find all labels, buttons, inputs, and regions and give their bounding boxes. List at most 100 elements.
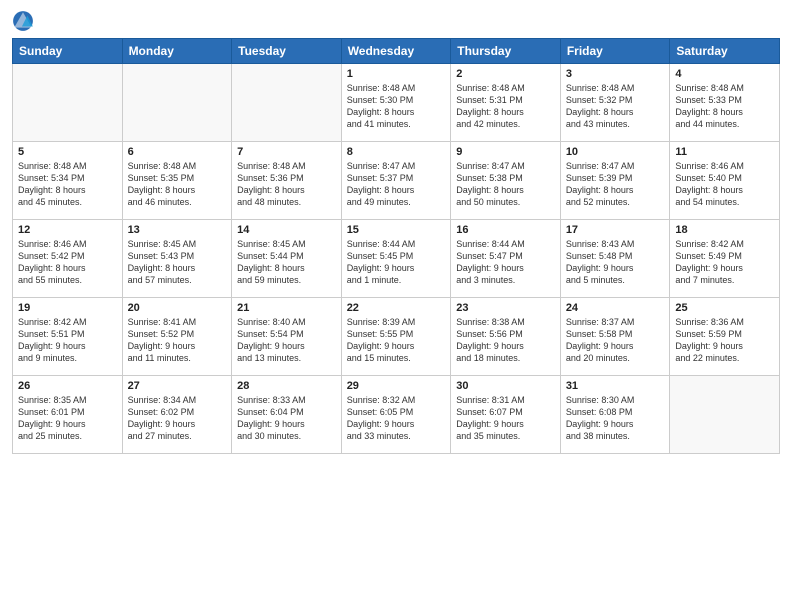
day-info: Sunrise: 8:35 AM Sunset: 6:01 PM Dayligh… [18, 394, 117, 443]
calendar-cell: 11 Sunrise: 8:46 AM Sunset: 5:40 PM Dayli… [670, 142, 780, 220]
day-info: Sunrise: 8:46 AM Sunset: 5:40 PM Dayligh… [675, 160, 774, 209]
day-info: Sunrise: 8:42 AM Sunset: 5:49 PM Dayligh… [675, 238, 774, 287]
calendar-cell: 21 Sunrise: 8:40 AM Sunset: 5:54 PM Dayli… [232, 298, 342, 376]
day-info: Sunrise: 8:48 AM Sunset: 5:33 PM Dayligh… [675, 82, 774, 131]
day-number: 9 [456, 146, 555, 158]
page-container: SundayMondayTuesdayWednesdayThursdayFrid… [0, 0, 792, 464]
calendar-cell: 23 Sunrise: 8:38 AM Sunset: 5:56 PM Dayli… [451, 298, 561, 376]
day-number: 27 [128, 380, 227, 392]
header [12, 10, 780, 32]
calendar-cell: 13 Sunrise: 8:45 AM Sunset: 5:43 PM Dayli… [122, 220, 232, 298]
day-number: 17 [566, 224, 665, 236]
calendar-cell: 15 Sunrise: 8:44 AM Sunset: 5:45 PM Dayli… [341, 220, 451, 298]
day-number: 26 [18, 380, 117, 392]
calendar-cell: 31Sunrise: 8:30 AM Sunset: 6:08 PM Dayli… [560, 376, 670, 454]
day-number: 2 [456, 68, 555, 80]
day-info: Sunrise: 8:43 AM Sunset: 5:48 PM Dayligh… [566, 238, 665, 287]
weekday-header-friday: Friday [560, 39, 670, 64]
weekday-header-wednesday: Wednesday [341, 39, 451, 64]
day-number: 11 [675, 146, 774, 158]
day-number: 8 [347, 146, 446, 158]
day-number: 7 [237, 146, 336, 158]
week-row-1: 1 Sunrise: 8:48 AM Sunset: 5:30 PM Daylig… [13, 64, 780, 142]
calendar-cell [13, 64, 123, 142]
week-row-2: 5 Sunrise: 8:48 AM Sunset: 5:34 PM Daylig… [13, 142, 780, 220]
weekday-header-row: SundayMondayTuesdayWednesdayThursdayFrid… [13, 39, 780, 64]
weekday-header-saturday: Saturday [670, 39, 780, 64]
day-info: Sunrise: 8:44 AM Sunset: 5:47 PM Dayligh… [456, 238, 555, 287]
day-number: 19 [18, 302, 117, 314]
calendar-cell: 19 Sunrise: 8:42 AM Sunset: 5:51 PM Dayli… [13, 298, 123, 376]
logo [12, 10, 38, 32]
calendar-cell: 25Sunrise: 8:36 AM Sunset: 5:59 PM Dayli… [670, 298, 780, 376]
calendar-cell: 1 Sunrise: 8:48 AM Sunset: 5:30 PM Daylig… [341, 64, 451, 142]
day-info: Sunrise: 8:39 AM Sunset: 5:55 PM Dayligh… [347, 316, 446, 365]
weekday-header-tuesday: Tuesday [232, 39, 342, 64]
calendar-cell: 10Sunrise: 8:47 AM Sunset: 5:39 PM Dayli… [560, 142, 670, 220]
calendar-cell: 12Sunrise: 8:46 AM Sunset: 5:42 PM Dayli… [13, 220, 123, 298]
day-info: Sunrise: 8:48 AM Sunset: 5:35 PM Dayligh… [128, 160, 227, 209]
day-number: 6 [128, 146, 227, 158]
day-number: 29 [347, 380, 446, 392]
calendar-cell: 27Sunrise: 8:34 AM Sunset: 6:02 PM Dayli… [122, 376, 232, 454]
day-info: Sunrise: 8:48 AM Sunset: 5:34 PM Dayligh… [18, 160, 117, 209]
calendar-cell: 22 Sunrise: 8:39 AM Sunset: 5:55 PM Dayli… [341, 298, 451, 376]
calendar-cell: 7 Sunrise: 8:48 AM Sunset: 5:36 PM Daylig… [232, 142, 342, 220]
day-number: 23 [456, 302, 555, 314]
day-number: 22 [347, 302, 446, 314]
day-info: Sunrise: 8:48 AM Sunset: 5:31 PM Dayligh… [456, 82, 555, 131]
day-number: 3 [566, 68, 665, 80]
day-info: Sunrise: 8:30 AM Sunset: 6:08 PM Dayligh… [566, 394, 665, 443]
calendar-cell: 5 Sunrise: 8:48 AM Sunset: 5:34 PM Daylig… [13, 142, 123, 220]
calendar-cell: 26 Sunrise: 8:35 AM Sunset: 6:01 PM Dayli… [13, 376, 123, 454]
day-info: Sunrise: 8:38 AM Sunset: 5:56 PM Dayligh… [456, 316, 555, 365]
calendar-table: SundayMondayTuesdayWednesdayThursdayFrid… [12, 38, 780, 454]
day-info: Sunrise: 8:48 AM Sunset: 5:32 PM Dayligh… [566, 82, 665, 131]
calendar-cell: 17 Sunrise: 8:43 AM Sunset: 5:48 PM Dayli… [560, 220, 670, 298]
calendar-cell: 4 Sunrise: 8:48 AM Sunset: 5:33 PM Daylig… [670, 64, 780, 142]
day-info: Sunrise: 8:42 AM Sunset: 5:51 PM Dayligh… [18, 316, 117, 365]
day-number: 24 [566, 302, 665, 314]
day-number: 5 [18, 146, 117, 158]
day-number: 30 [456, 380, 555, 392]
day-number: 21 [237, 302, 336, 314]
day-info: Sunrise: 8:33 AM Sunset: 6:04 PM Dayligh… [237, 394, 336, 443]
day-info: Sunrise: 8:45 AM Sunset: 5:44 PM Dayligh… [237, 238, 336, 287]
calendar-cell: 30Sunrise: 8:31 AM Sunset: 6:07 PM Dayli… [451, 376, 561, 454]
day-number: 20 [128, 302, 227, 314]
calendar-cell: 28 Sunrise: 8:33 AM Sunset: 6:04 PM Dayli… [232, 376, 342, 454]
calendar-cell [122, 64, 232, 142]
day-info: Sunrise: 8:32 AM Sunset: 6:05 PM Dayligh… [347, 394, 446, 443]
day-number: 28 [237, 380, 336, 392]
day-number: 13 [128, 224, 227, 236]
day-info: Sunrise: 8:40 AM Sunset: 5:54 PM Dayligh… [237, 316, 336, 365]
calendar-cell: 16Sunrise: 8:44 AM Sunset: 5:47 PM Dayli… [451, 220, 561, 298]
calendar-cell [670, 376, 780, 454]
day-number: 18 [675, 224, 774, 236]
day-info: Sunrise: 8:48 AM Sunset: 5:30 PM Dayligh… [347, 82, 446, 131]
calendar-cell: 6 Sunrise: 8:48 AM Sunset: 5:35 PM Daylig… [122, 142, 232, 220]
calendar-cell: 3 Sunrise: 8:48 AM Sunset: 5:32 PM Daylig… [560, 64, 670, 142]
day-number: 1 [347, 68, 446, 80]
week-row-5: 26 Sunrise: 8:35 AM Sunset: 6:01 PM Dayli… [13, 376, 780, 454]
day-number: 14 [237, 224, 336, 236]
calendar-cell: 29 Sunrise: 8:32 AM Sunset: 6:05 PM Dayli… [341, 376, 451, 454]
day-number: 12 [18, 224, 117, 236]
weekday-header-monday: Monday [122, 39, 232, 64]
calendar-cell [232, 64, 342, 142]
weekday-header-sunday: Sunday [13, 39, 123, 64]
calendar-cell: 8Sunrise: 8:47 AM Sunset: 5:37 PM Daylig… [341, 142, 451, 220]
week-row-3: 12Sunrise: 8:46 AM Sunset: 5:42 PM Dayli… [13, 220, 780, 298]
day-number: 4 [675, 68, 774, 80]
calendar-cell: 20Sunrise: 8:41 AM Sunset: 5:52 PM Dayli… [122, 298, 232, 376]
day-info: Sunrise: 8:45 AM Sunset: 5:43 PM Dayligh… [128, 238, 227, 287]
logo-icon [12, 10, 34, 32]
day-number: 25 [675, 302, 774, 314]
day-info: Sunrise: 8:44 AM Sunset: 5:45 PM Dayligh… [347, 238, 446, 287]
day-number: 15 [347, 224, 446, 236]
week-row-4: 19 Sunrise: 8:42 AM Sunset: 5:51 PM Dayli… [13, 298, 780, 376]
calendar-cell: 18 Sunrise: 8:42 AM Sunset: 5:49 PM Dayli… [670, 220, 780, 298]
calendar-cell: 2 Sunrise: 8:48 AM Sunset: 5:31 PM Daylig… [451, 64, 561, 142]
day-info: Sunrise: 8:48 AM Sunset: 5:36 PM Dayligh… [237, 160, 336, 209]
calendar-cell: 9Sunrise: 8:47 AM Sunset: 5:38 PM Daylig… [451, 142, 561, 220]
